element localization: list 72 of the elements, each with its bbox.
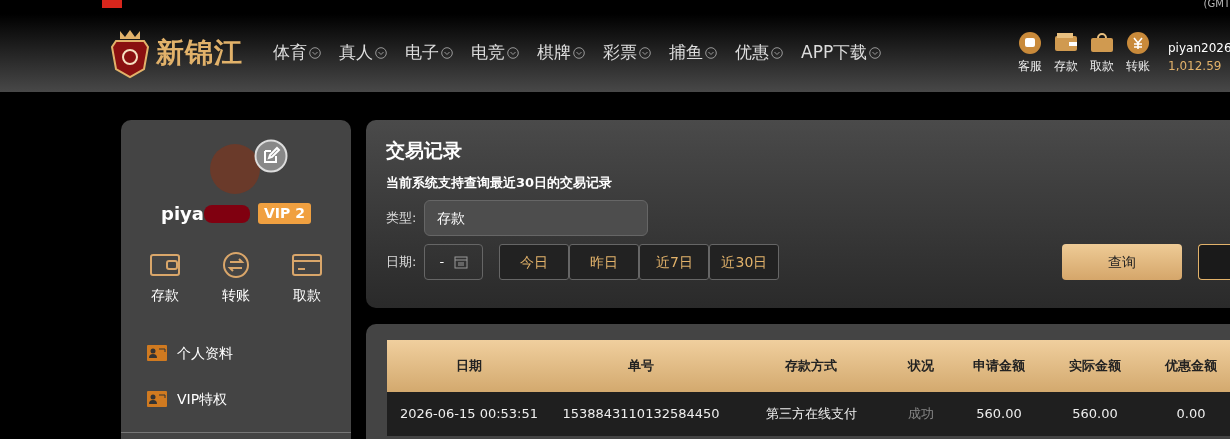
- quick-action-link[interactable]: 取款: [293, 285, 322, 306]
- chevron-down-icon: [771, 47, 783, 59]
- table-cell: 560.00: [1047, 392, 1143, 436]
- chevron-down-icon: [507, 47, 519, 59]
- table-cell: 成功: [891, 392, 951, 436]
- type-select[interactable]: 存款: [424, 200, 649, 236]
- nav-link[interactable]: 彩票: [603, 40, 651, 66]
- date-value: -: [439, 253, 445, 272]
- quick-action-link[interactable]: 存款: [150, 285, 179, 306]
- action-label[interactable]: 存款: [1054, 57, 1078, 75]
- sidebar-menu-link[interactable]: VIP特权: [177, 388, 228, 410]
- nav-link[interactable]: 真人: [339, 40, 387, 66]
- date-field[interactable]: -: [424, 244, 484, 280]
- nav-link[interactable]: 捕鱼: [669, 40, 717, 66]
- table-cell: 560.00: [951, 392, 1047, 436]
- column-header: 实际金额: [1047, 340, 1143, 392]
- chevron-down-icon: [309, 47, 321, 59]
- quick-action-link[interactable]: 转账: [222, 285, 250, 306]
- note-text: 当前系统支持查询最近30日的交易记录: [386, 173, 614, 192]
- action-label[interactable]: 客服: [1018, 57, 1042, 75]
- flag-icon: [102, 0, 122, 8]
- calendar-icon: [454, 255, 469, 269]
- chevron-down-icon: [639, 47, 651, 59]
- table-cell: 0.00: [1143, 392, 1230, 436]
- range-button[interactable]: 昨日: [569, 244, 640, 280]
- table-cell: 1538843110132584450: [551, 392, 731, 436]
- chevron-down-icon: [573, 47, 585, 59]
- nav-link[interactable]: 电竞: [471, 40, 519, 66]
- chevron-down-icon: [441, 47, 453, 59]
- chat-icon: [1018, 31, 1042, 55]
- table-cell: 2026-06-15 00:53:51: [387, 392, 551, 436]
- column-header: 申请金额: [951, 340, 1047, 392]
- column-header: 日期: [387, 340, 551, 392]
- range-button[interactable]: 近30日: [709, 244, 780, 280]
- column-header: 优惠金额: [1143, 340, 1230, 392]
- card-icon: [291, 251, 324, 279]
- yuan-coin-icon: [1126, 31, 1150, 55]
- range-button[interactable]: 近7日: [639, 244, 710, 280]
- id-card-icon: [147, 391, 167, 407]
- balance-text: 1,012.59: [1168, 58, 1223, 75]
- search-button[interactable]: 查询: [1062, 244, 1182, 280]
- action-label[interactable]: 取款: [1090, 57, 1114, 75]
- chevron-down-icon: [705, 47, 717, 59]
- action-label[interactable]: 转账: [1126, 57, 1150, 75]
- edit-icon[interactable]: [254, 139, 288, 173]
- briefcase-icon: [1090, 31, 1114, 55]
- nav-link[interactable]: 棋牌: [537, 40, 585, 66]
- timezone-text: (GMT: [1203, 0, 1230, 11]
- range-button[interactable]: 今日: [499, 244, 570, 280]
- username-text: piyan2026: [1168, 40, 1230, 57]
- column-header: 状况: [891, 340, 951, 392]
- id-card-icon: [147, 345, 167, 361]
- avatar-placeholder: [210, 144, 260, 194]
- nav-link[interactable]: 体育: [273, 40, 321, 66]
- table-cell: 第三方在线支付: [731, 392, 891, 436]
- date-label: 日期:: [386, 253, 417, 272]
- redaction-mark: [204, 204, 250, 223]
- column-header: 存款方式: [731, 340, 891, 392]
- chevron-down-icon: [869, 47, 882, 59]
- nav-link[interactable]: 电子: [405, 40, 453, 66]
- page-title: 交易记录: [386, 138, 463, 163]
- transfer-icon: [220, 251, 252, 279]
- type-label: 类型:: [386, 209, 417, 228]
- chevron-down-icon: [375, 47, 387, 59]
- username-text: piya: [161, 202, 204, 226]
- wallet-icon: [148, 251, 181, 279]
- sidebar-menu-link[interactable]: 个人资料: [177, 342, 233, 364]
- logo-text: 新锦江: [156, 35, 243, 71]
- column-header: 单号: [551, 340, 731, 392]
- vip-badge: VIP 2: [258, 203, 311, 224]
- nav-link[interactable]: 优惠: [735, 40, 783, 66]
- nav-link[interactable]: APP下载: [801, 40, 882, 66]
